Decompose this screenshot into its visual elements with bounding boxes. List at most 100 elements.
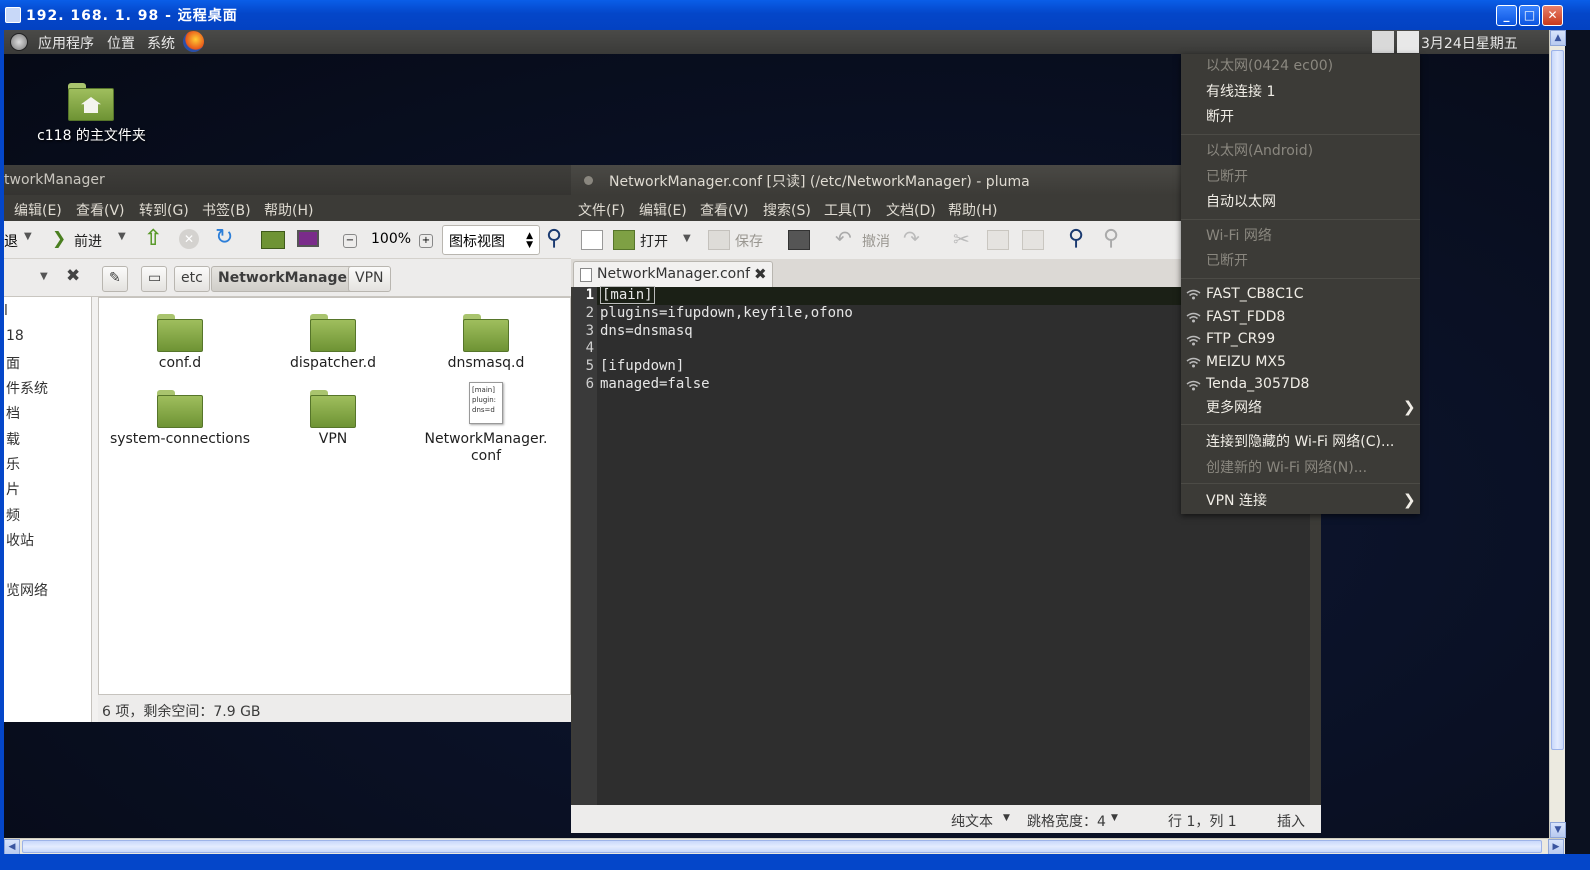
rdp-titlebar[interactable]: 192. 168. 1. 98 - 远程桌面 [0, 0, 1590, 30]
folder-icon[interactable] [310, 390, 356, 428]
connect-hidden-wifi-item[interactable]: 连接到隐藏的 Wi-Fi 网络(C)... [1206, 431, 1394, 453]
sidebar-item[interactable]: 频 [6, 505, 20, 525]
path-segment-networkmanager[interactable]: NetworkManager [211, 266, 361, 292]
wifi-network-item[interactable]: Tenda_3057D8 [1206, 373, 1309, 395]
new-document-icon[interactable] [581, 230, 603, 250]
reload-icon[interactable]: ↻ [215, 225, 233, 250]
language-dropdown-icon[interactable]: ▼ [1003, 813, 1010, 823]
open-dropdown-icon[interactable]: ▼ [683, 233, 691, 244]
undo-button[interactable]: 撤消 [862, 231, 890, 251]
maximize-button[interactable]: □ [1519, 5, 1540, 26]
file-label[interactable]: NetworkManager. conf [411, 431, 561, 465]
window-menu-icon[interactable] [584, 176, 593, 185]
vertical-scrollbar[interactable]: ▲ ▼ [1549, 30, 1566, 838]
path-dropdown-icon[interactable]: ▼ [40, 271, 48, 282]
redo-icon[interactable]: ↷ [903, 226, 920, 250]
wifi-network-item[interactable]: FAST_CB8C1C [1206, 283, 1304, 305]
zoom-out-icon[interactable]: − [343, 234, 357, 248]
open-folder-icon[interactable] [613, 230, 635, 250]
home-icon[interactable] [261, 231, 285, 249]
tab-width-dropdown-icon[interactable]: ▼ [1111, 813, 1118, 823]
back-button[interactable]: 退 [4, 231, 18, 251]
file-label[interactable]: VPN [258, 431, 408, 448]
scroll-down-icon[interactable]: ▼ [1550, 822, 1566, 838]
horizontal-scroll-thumb[interactable] [22, 840, 1542, 853]
open-button[interactable]: 打开 [640, 231, 668, 251]
fm-titlebar[interactable]: tworkManager [4, 165, 571, 195]
vertical-scroll-thumb[interactable] [1551, 50, 1564, 750]
close-button[interactable]: ✕ [1542, 5, 1563, 26]
language-selector[interactable]: 纯文本 [951, 811, 993, 831]
folder-icon[interactable] [157, 314, 203, 352]
stop-icon[interactable]: ✕ [179, 229, 199, 249]
save-button[interactable]: 保存 [735, 231, 763, 251]
print-icon[interactable] [788, 230, 810, 250]
forward-button[interactable]: 前进 [74, 231, 102, 251]
copy-icon[interactable] [987, 230, 1009, 250]
volume-icon[interactable] [1372, 31, 1394, 53]
pl-menu-documents[interactable]: 文档(D) [886, 200, 936, 220]
wired-connection-1[interactable]: 有线连接 1 [1206, 81, 1275, 103]
forward-dropdown-icon[interactable]: ▼ [118, 231, 126, 242]
sidebar-item[interactable]: 览网络 [6, 580, 48, 600]
sidebar-item[interactable]: 乐 [6, 454, 20, 474]
sidebar-item[interactable]: 收站 [6, 530, 34, 550]
sidebar-item[interactable]: 片 [6, 479, 20, 499]
wifi-network-item[interactable]: FTP_CR99 [1206, 328, 1275, 350]
wifi-network-item[interactable]: FAST_FDD8 [1206, 306, 1285, 328]
sidebar-item[interactable]: 档 [6, 403, 20, 423]
close-pane-icon[interactable]: ✖ [66, 266, 80, 286]
minimize-button[interactable]: _ [1496, 5, 1517, 26]
scroll-up-icon[interactable]: ▲ [1550, 30, 1566, 46]
undo-icon[interactable]: ↶ [835, 226, 852, 250]
folder-icon[interactable] [463, 314, 509, 352]
text-file-icon[interactable]: [main] plugin: dns=d [469, 382, 503, 424]
auto-ethernet-item[interactable]: 自动以太网 [1206, 191, 1276, 213]
fm-menu-help[interactable]: 帮助(H) [264, 200, 313, 220]
fm-menu-view[interactable]: 查看(V) [76, 200, 125, 220]
sidebar-item[interactable]: 载 [6, 429, 20, 449]
places-menu[interactable]: 位置 [107, 33, 135, 53]
folder-icon[interactable] [157, 390, 203, 428]
scroll-left-icon[interactable]: ◀ [4, 839, 20, 855]
pl-menu-file[interactable]: 文件(F) [578, 200, 625, 220]
save-icon[interactable] [708, 230, 730, 250]
path-segment-etc[interactable]: etc [174, 266, 210, 292]
network-icon[interactable] [1397, 31, 1419, 53]
fm-menu-edit[interactable]: 编辑(E) [14, 200, 62, 220]
file-label[interactable]: dispatcher.d [258, 355, 408, 372]
back-dropdown-icon[interactable]: ▼ [24, 231, 32, 242]
document-tab[interactable]: NetworkManager.conf ✖ [573, 261, 773, 287]
folder-icon[interactable] [310, 314, 356, 352]
fm-menu-go[interactable]: 转到(G) [139, 200, 189, 220]
pl-menu-search[interactable]: 搜索(S) [763, 200, 811, 220]
home-folder-label[interactable]: c118 的主文件夹 [4, 125, 179, 145]
zoom-in-icon[interactable]: + [419, 234, 433, 248]
root-drive-button[interactable]: ▭ [141, 266, 167, 292]
computer-icon[interactable] [297, 230, 319, 247]
scroll-right-icon[interactable]: ▶ [1548, 839, 1564, 855]
wifi-network-item[interactable]: MEIZU MX5 [1206, 351, 1286, 373]
pl-menu-view[interactable]: 查看(V) [700, 200, 749, 220]
find-icon[interactable]: ⚲ [1068, 226, 1084, 251]
system-menu[interactable]: 系统 [147, 33, 175, 53]
applications-menu[interactable]: 应用程序 [38, 33, 94, 53]
tab-width-selector[interactable]: 跳格宽度：4 [1027, 811, 1106, 831]
firefox-icon[interactable] [183, 31, 204, 52]
fm-menu-bookmarks[interactable]: 书签(B) [202, 200, 251, 220]
file-label[interactable]: system-connections [105, 431, 255, 448]
horizontal-scrollbar[interactable]: ◀ ▶ [4, 838, 1565, 855]
tab-close-icon[interactable]: ✖ [754, 265, 767, 283]
disconnect-item[interactable]: 断开 [1206, 106, 1234, 128]
sidebar-item[interactable]: 面 [6, 353, 20, 373]
up-arrow-icon[interactable]: ⇧ [144, 226, 162, 251]
pl-menu-tools[interactable]: 工具(T) [824, 200, 871, 220]
path-segment-vpn[interactable]: VPN [348, 266, 391, 292]
paste-icon[interactable] [1022, 230, 1044, 250]
sidebar-item[interactable]: l [4, 303, 8, 319]
find-replace-icon[interactable]: ⚲ [1103, 226, 1119, 251]
view-mode-select[interactable]: 图标视图 ▲ ▼ [442, 225, 540, 255]
pluma-titlebar[interactable]: NetworkManager.conf [只读] (/etc/NetworkMa… [571, 165, 1181, 195]
sidebar-item[interactable]: 18 [6, 328, 24, 344]
edit-path-button[interactable]: ✎ [102, 266, 128, 292]
